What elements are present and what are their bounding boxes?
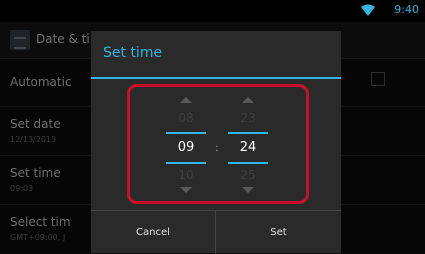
cancel-button[interactable]: Cancel [91, 211, 216, 254]
set-time-dialog: Set time 08 09 10 : 23 24 25 Cancel Set [91, 31, 341, 254]
status-bar: 9:40 [0, 0, 425, 22]
highlight-frame [127, 84, 309, 204]
set-button[interactable]: Set [216, 211, 341, 254]
dialog-button-bar: Cancel Set [91, 210, 341, 254]
title-divider [91, 77, 341, 79]
wifi-icon [361, 4, 375, 16]
status-clock: 9:40 [394, 3, 419, 16]
dialog-title: Set time [103, 45, 163, 61]
